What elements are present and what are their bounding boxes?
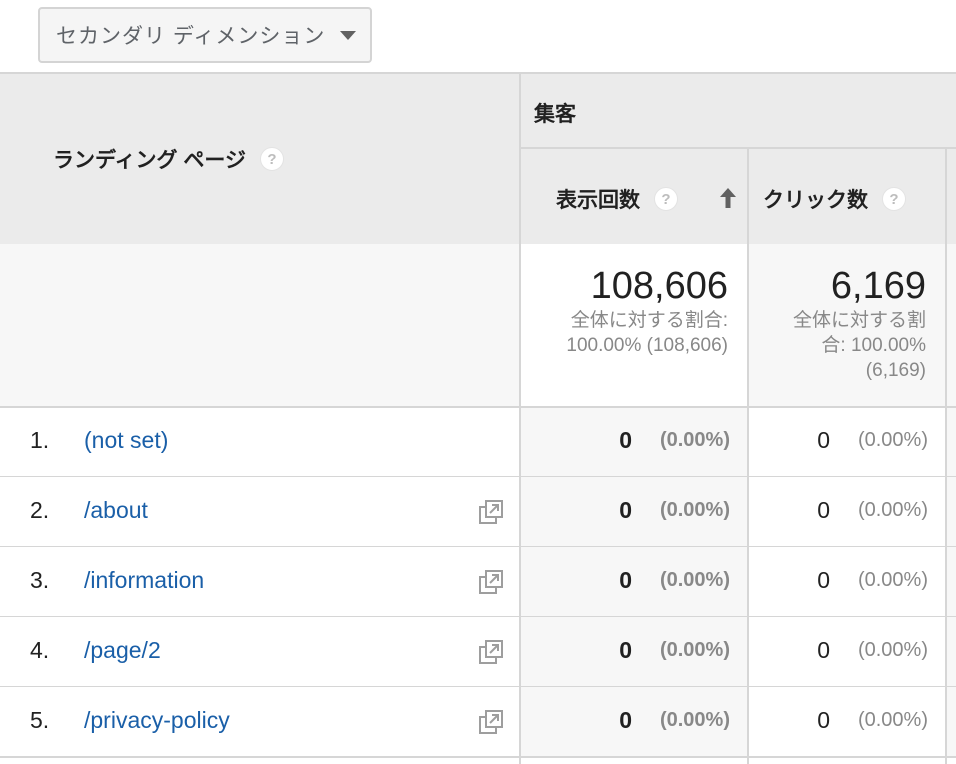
row-index: 5.	[30, 707, 50, 733]
row-impressions-value: 0	[619, 427, 632, 453]
landing-page-link[interactable]: (not set)	[84, 427, 168, 454]
row-impressions-percent: (0.00%)	[659, 499, 730, 521]
row-clicks-percent: (0.00%)	[857, 569, 928, 591]
impressions-header-label: 表示回数	[556, 189, 640, 212]
column-header-impressions[interactable]: 表示回数 ?	[520, 148, 748, 244]
table-row-impressions-cell: 0 (0.00%)	[520, 687, 748, 757]
table-row-clicks-cell: 0 (0.00%)	[748, 477, 946, 547]
table-row-dimension-cell: 4. /page/2	[0, 617, 520, 687]
row-impressions-value: 0	[619, 707, 632, 733]
table-row-next-cell	[946, 477, 956, 547]
table-row-next-cell	[946, 687, 956, 757]
open-in-new-window-icon[interactable]	[478, 569, 504, 595]
row-clicks-percent: (0.00%)	[857, 499, 928, 521]
column-header-next	[946, 148, 956, 244]
landing-page-link[interactable]: /information	[84, 567, 204, 594]
row-clicks-value: 0	[817, 427, 830, 453]
table-row-dimension-cell: 2. /about	[0, 477, 520, 547]
clicks-header-label: クリック数	[763, 189, 868, 212]
table-row-impressions-cell: 0 (0.00%)	[520, 547, 748, 617]
table-row-impressions-cell: 0 (0.00%)	[520, 407, 748, 477]
row-index: 4.	[30, 637, 50, 663]
help-icon[interactable]: ?	[259, 147, 284, 171]
totals-clicks-line3: (6,169)	[865, 360, 926, 381]
help-icon[interactable]: ?	[654, 187, 678, 211]
table-row-clicks-cell: 0 (0.00%)	[748, 547, 946, 617]
table-row-clicks-cell: 0 (0.00%)	[748, 407, 946, 477]
row-impressions-percent: (0.00%)	[659, 569, 730, 591]
row-clicks-value: 0	[817, 637, 830, 663]
caret-down-icon	[340, 31, 356, 40]
totals-clicks-line2: 合: 100.00%	[821, 335, 926, 356]
row-impressions-value: 0	[619, 567, 632, 593]
open-in-new-window-icon[interactable]	[478, 639, 504, 665]
row-divider	[0, 756, 956, 758]
table-row-dimension-cell: 5. /privacy-policy	[0, 687, 520, 757]
row-impressions-value: 0	[619, 637, 632, 663]
group-header: 集客	[520, 72, 956, 148]
table-row-impressions-cell: 0 (0.00%)	[520, 477, 748, 547]
row-index: 3.	[30, 567, 50, 593]
header-divider	[520, 147, 956, 149]
totals-impressions-value: 108,606	[590, 265, 728, 307]
row-impressions-percent: (0.00%)	[659, 639, 730, 661]
help-icon[interactable]: ?	[882, 187, 906, 211]
column-divider	[519, 72, 521, 764]
table-row-next-cell	[946, 617, 956, 687]
row-clicks-percent: (0.00%)	[857, 639, 928, 661]
dimension-header-label[interactable]: ランディング ページ	[53, 144, 246, 174]
row-clicks-percent: (0.00%)	[857, 709, 928, 731]
table-row-dimension-cell: 1. (not set)	[0, 407, 520, 477]
landing-page-link[interactable]: /page/2	[84, 637, 161, 664]
row-impressions-percent: (0.00%)	[659, 709, 730, 731]
totals-next-cell	[946, 244, 956, 407]
totals-clicks-line1: 全体に対する割	[792, 310, 926, 331]
secondary-dimension-label: セカンダリ ディメンション	[56, 25, 326, 48]
group-header-label: 集客	[534, 103, 576, 126]
column-header-clicks[interactable]: クリック数 ?	[748, 148, 946, 244]
table-row-clicks-cell: 0 (0.00%)	[748, 687, 946, 757]
dimension-header: ランディング ページ ?	[0, 72, 520, 244]
row-clicks-value: 0	[817, 567, 830, 593]
open-in-new-window-icon[interactable]	[478, 709, 504, 735]
row-clicks-percent: (0.00%)	[857, 429, 928, 451]
totals-impressions-line2: 100.00% (108,606)	[566, 335, 728, 356]
totals-clicks-cell: 6,169 全体に対する割 合: 100.00% (6,169)	[748, 244, 946, 407]
row-clicks-value: 0	[817, 707, 830, 733]
row-impressions-percent: (0.00%)	[659, 429, 730, 451]
row-index: 2.	[30, 497, 50, 523]
landing-page-link[interactable]: /privacy-policy	[84, 707, 230, 734]
open-in-new-window-icon[interactable]	[478, 499, 504, 525]
table-row-next-cell	[946, 547, 956, 617]
sort-arrow-up-icon[interactable]	[718, 186, 738, 210]
totals-dimension-cell	[0, 244, 520, 407]
row-index: 1.	[30, 427, 50, 453]
table-row-clicks-cell: 0 (0.00%)	[748, 617, 946, 687]
row-clicks-value: 0	[817, 497, 830, 523]
secondary-dimension-dropdown[interactable]: セカンダリ ディメンション	[38, 7, 372, 63]
totals-divider	[0, 406, 956, 408]
table-row-impressions-cell: 0 (0.00%)	[520, 617, 748, 687]
totals-impressions-line1: 全体に対する割合:	[570, 310, 728, 331]
table-row-next-cell	[946, 407, 956, 477]
row-impressions-value: 0	[619, 497, 632, 523]
column-divider	[747, 148, 749, 764]
totals-clicks-value: 6,169	[830, 265, 926, 307]
table-row-dimension-cell: 3. /information	[0, 547, 520, 617]
column-divider	[945, 148, 947, 764]
landing-page-link[interactable]: /about	[84, 497, 148, 524]
totals-impressions-cell: 108,606 全体に対する割合: 100.00% (108,606)	[520, 244, 748, 407]
